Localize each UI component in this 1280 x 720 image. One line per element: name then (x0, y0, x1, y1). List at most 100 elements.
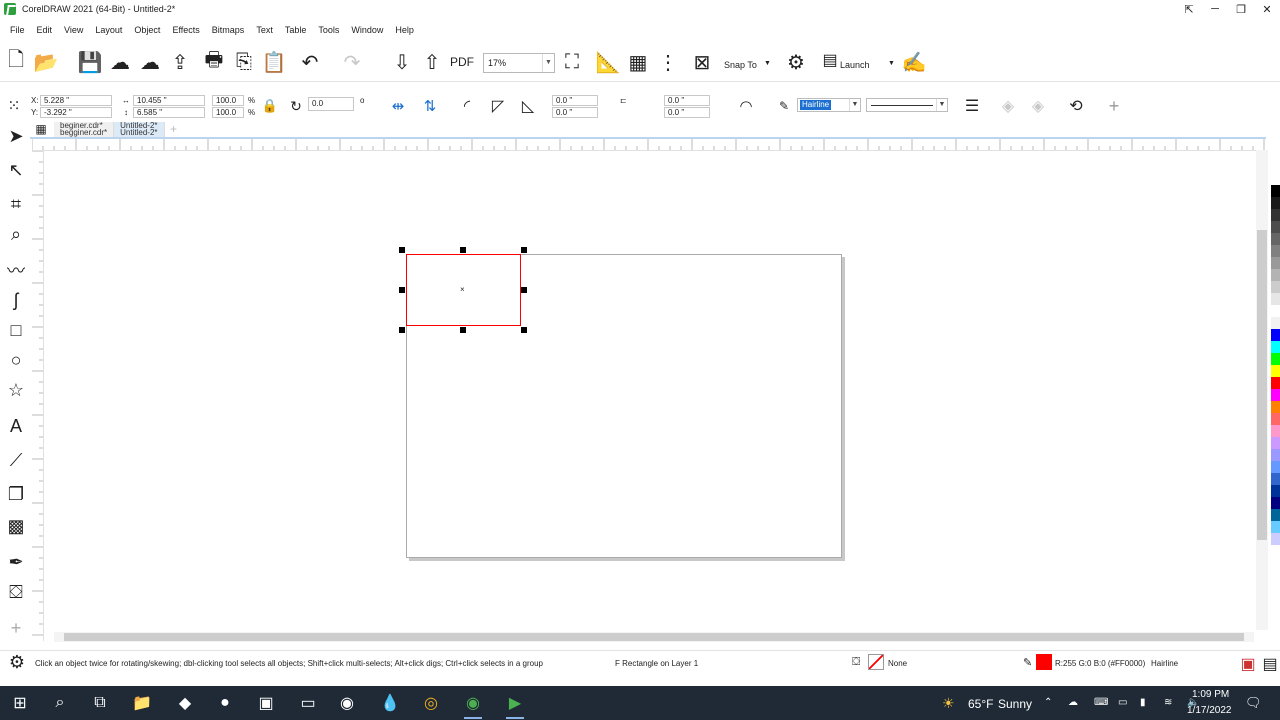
zoom-tool-icon[interactable]: ⌕ (4, 222, 28, 246)
menu-table[interactable]: Table (279, 25, 313, 35)
launch-label[interactable]: Launch (840, 60, 870, 70)
chevron-down-icon[interactable]: ▼ (542, 54, 554, 72)
share-icon[interactable]: ⇱ (1176, 0, 1202, 18)
minimize-button[interactable]: ─ (1202, 0, 1228, 18)
coreldraw-taskbar-icon[interactable]: ◉ (460, 690, 486, 719)
wifi-icon[interactable]: ≋ (1164, 697, 1172, 708)
crop-tool-icon[interactable]: ⌗ (4, 192, 28, 216)
width-field[interactable]: 10.455 " (133, 95, 205, 106)
palette-swatch[interactable] (1271, 317, 1280, 329)
hints-icon[interactable]: ✍ (902, 48, 927, 76)
polygon-tool-icon[interactable]: ☆ (4, 378, 28, 402)
palette-swatch[interactable] (1271, 281, 1280, 293)
vertical-ruler[interactable] (32, 151, 44, 641)
round-corner-icon[interactable]: ◜ (455, 92, 479, 120)
eyedropper-icon[interactable]: ✒ (4, 550, 28, 574)
export-icon[interactable]: ⇪ (168, 48, 192, 76)
weather-temp[interactable]: 65°F (968, 697, 993, 711)
launch-icon[interactable]: ▤ (818, 46, 842, 74)
chevron-down-icon[interactable]: ▼ (849, 99, 860, 111)
palette-swatch[interactable] (1271, 293, 1280, 305)
launch-dropdown-icon[interactable]: ▼ (888, 60, 895, 67)
relative-corner-icon[interactable]: ◠ (734, 92, 758, 120)
paste-icon[interactable]: 📋 (262, 48, 287, 76)
palette-swatch[interactable] (1271, 509, 1280, 521)
menu-tools[interactable]: Tools (312, 25, 345, 35)
cloud-download-icon[interactable]: ☁ (108, 48, 132, 76)
onedrive-icon[interactable]: ☁ (1068, 697, 1078, 708)
scale-width-field[interactable]: 100.0 (212, 95, 244, 106)
menu-effects[interactable]: Effects (166, 25, 205, 35)
cloud-upload-icon[interactable]: ☁ (138, 48, 162, 76)
color-proof-icon[interactable]: ▣ (1236, 650, 1260, 678)
selection-handle-s[interactable] (460, 327, 466, 333)
palette-swatch[interactable] (1271, 377, 1280, 389)
open-folder-icon[interactable]: 📂 (34, 48, 59, 76)
rulers-icon[interactable]: 📐 (596, 48, 621, 76)
to-back-icon[interactable]: ◈ (1026, 92, 1050, 120)
tab-untitled-2[interactable]: Untitled-2* Untitled-2* (114, 122, 165, 137)
keyboard-icon[interactable]: ⌨ (1094, 697, 1108, 708)
menu-edit[interactable]: Edit (31, 25, 59, 35)
selection-handle-nw[interactable] (399, 247, 405, 253)
redo-icon[interactable]: ↷ (340, 48, 364, 76)
add-tab-icon[interactable]: + (165, 122, 183, 137)
menu-layout[interactable]: Layout (89, 25, 128, 35)
palette-swatch[interactable] (1271, 449, 1280, 461)
vertical-scroll-thumb[interactable] (1257, 230, 1267, 540)
horizontal-ruler[interactable] (32, 139, 1268, 151)
pdf-icon[interactable]: PDF (450, 48, 474, 76)
export-arrow-icon[interactable]: ⇧ (420, 48, 444, 76)
palette-swatch[interactable] (1271, 341, 1280, 353)
palette-swatch[interactable] (1271, 329, 1280, 341)
clock-time[interactable]: 1:09 PM (1192, 689, 1229, 700)
palette-swatch[interactable] (1271, 389, 1280, 401)
notification-icon[interactable]: 🗨 (1245, 695, 1262, 711)
dimension-tool-icon[interactable]: ⟋ (4, 448, 28, 472)
menu-file[interactable]: File (4, 25, 31, 35)
rectangle-tool-icon[interactable]: □ (4, 318, 28, 342)
outline-width-select[interactable]: Hairline ▼ (797, 98, 861, 112)
y-position-field[interactable]: -3.292 " (40, 107, 112, 118)
selection-handle-ne[interactable] (521, 247, 527, 253)
palette-swatch[interactable] (1271, 533, 1280, 545)
document-color-icon[interactable]: ▤ (1258, 650, 1280, 678)
menu-bitmaps[interactable]: Bitmaps (206, 25, 251, 35)
snap-to-label[interactable]: Snap To (724, 60, 757, 70)
palette-swatch[interactable] (1271, 461, 1280, 473)
shape-tool-icon[interactable]: ↖ (4, 158, 28, 182)
drop-shadow-icon[interactable]: ❐ (4, 482, 28, 506)
search-icon[interactable]: ⌕ (47, 690, 73, 716)
selection-handle-sw[interactable] (399, 327, 405, 333)
palette-swatch[interactable] (1271, 185, 1280, 197)
menu-view[interactable]: View (58, 25, 89, 35)
app-icon-6[interactable]: 💧 (377, 690, 403, 716)
app-icon-1[interactable]: ◆ (172, 690, 198, 716)
vertical-scrollbar[interactable] (1256, 150, 1268, 630)
palette-swatch[interactable] (1271, 497, 1280, 509)
chamfered-corner-icon[interactable]: ◺ (516, 92, 540, 120)
app-icon-2[interactable]: ● (212, 690, 238, 716)
wrap-text-icon[interactable]: ☰ (960, 92, 984, 120)
palette-swatch[interactable] (1271, 305, 1280, 317)
doc-nav-icon[interactable]: ▦ (30, 120, 52, 138)
outline-color-swatch[interactable] (1036, 654, 1052, 670)
palette-swatch[interactable] (1271, 221, 1280, 233)
add-icon[interactable]: + (1102, 92, 1126, 120)
corner-link-icon[interactable]: ⊏ (620, 96, 627, 105)
app-icon-5[interactable]: ◉ (334, 690, 360, 716)
battery-icon[interactable]: ▮ (1140, 697, 1146, 708)
artistic-media-icon[interactable]: ʃ (4, 288, 28, 312)
copy-icon[interactable]: ⎘ (232, 48, 256, 76)
line-style-select[interactable]: ▼ (866, 98, 948, 112)
mirror-vertical-icon[interactable]: ⇅ (418, 92, 442, 120)
import-icon[interactable]: ⇩ (390, 48, 414, 76)
selection-handle-n[interactable] (460, 247, 466, 253)
palette-swatch[interactable] (1271, 437, 1280, 449)
scalloped-corner-icon[interactable]: ◸ (486, 92, 510, 120)
app-icon-3[interactable]: ▣ (253, 690, 279, 716)
new-document-icon[interactable]: 🗋 (4, 48, 28, 76)
height-field[interactable]: 6.585 " (133, 107, 205, 118)
corner-radius-2-field[interactable]: 0.0 " (552, 107, 598, 118)
start-button[interactable]: ⊞ (7, 690, 33, 716)
